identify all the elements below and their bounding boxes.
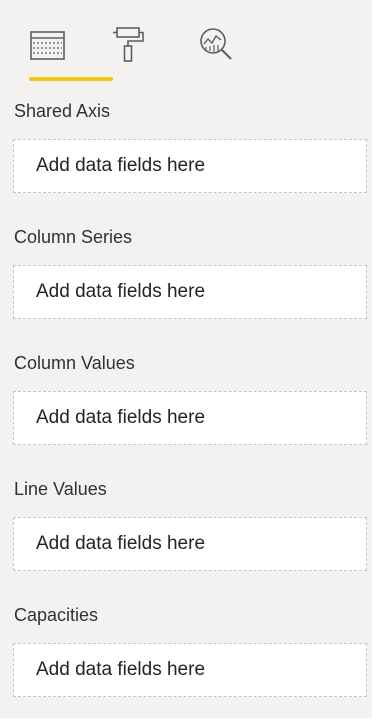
capacities-drop-zone[interactable]: Add data fields here — [13, 643, 367, 697]
field-wells: Shared Axis Add data fields here Column … — [0, 86, 372, 716]
tab-format[interactable] — [100, 22, 160, 82]
well-column-values: Column Values Add data fields here — [0, 338, 372, 464]
drop-zone-placeholder: Add data fields here — [36, 659, 206, 680]
well-line-values: Line Values Add data fields here — [0, 464, 372, 590]
well-label: Capacities — [14, 605, 99, 625]
line-values-drop-zone[interactable]: Add data fields here — [13, 517, 367, 571]
column-series-drop-zone[interactable]: Add data fields here — [13, 265, 367, 319]
well-label: Column Values — [14, 353, 135, 373]
pane-tabs — [0, 0, 372, 86]
visualizations-pane: Shared Axis Add data fields here Column … — [0, 0, 372, 718]
drop-zone-placeholder: Add data fields here — [36, 155, 206, 176]
well-capacities: Capacities Add data fields here — [0, 590, 372, 716]
well-label: Line Values — [14, 479, 107, 499]
drop-zone-placeholder: Add data fields here — [36, 407, 206, 428]
shared-axis-drop-zone[interactable]: Add data fields here — [13, 139, 367, 193]
well-shared-axis: Shared Axis Add data fields here — [0, 86, 372, 212]
paint-roller-icon — [113, 27, 144, 62]
tab-fields[interactable] — [18, 22, 78, 82]
analytics-magnifier-icon — [200, 28, 232, 60]
well-column-series: Column Series Add data fields here — [0, 212, 372, 338]
drop-zone-placeholder: Add data fields here — [36, 533, 206, 554]
tab-analytics[interactable] — [186, 22, 246, 82]
well-label: Shared Axis — [14, 101, 111, 121]
column-values-drop-zone[interactable]: Add data fields here — [13, 391, 367, 445]
active-tab-indicator — [29, 77, 113, 81]
well-label: Column Series — [14, 227, 133, 247]
fields-table-icon — [30, 31, 65, 60]
drop-zone-placeholder: Add data fields here — [36, 281, 206, 302]
